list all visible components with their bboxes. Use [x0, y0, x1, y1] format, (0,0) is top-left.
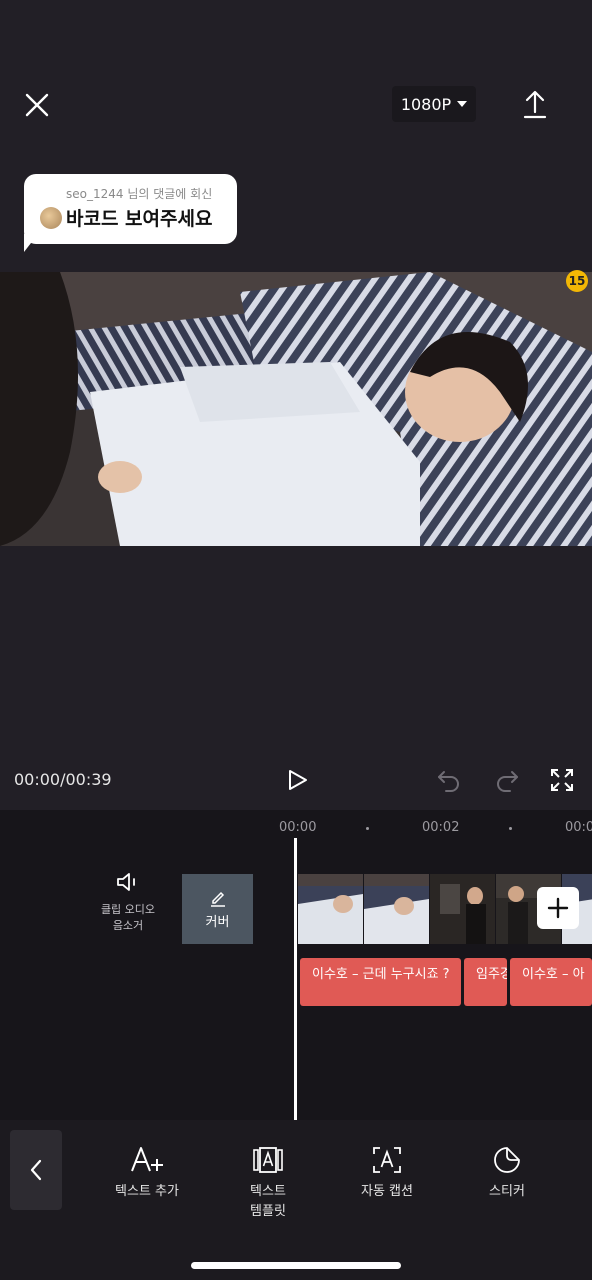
tool-label-line2: 템플릿	[250, 1204, 286, 1219]
chevron-left-icon	[30, 1159, 42, 1181]
upload-icon	[523, 90, 547, 119]
text-template-tool[interactable]: 텍스트 템플릿	[218, 1144, 318, 1222]
sticker-tool[interactable]: 스티커	[457, 1144, 557, 1202]
text-add-tool[interactable]: 텍스트 추가	[97, 1144, 197, 1202]
clip-thumbnail	[298, 874, 363, 944]
age-rating-badge: 15	[566, 270, 588, 292]
tool-label: 텍스트 템플릿	[218, 1182, 318, 1222]
video-preview[interactable]	[0, 272, 592, 546]
tool-label: 자동 캡션	[361, 1184, 413, 1199]
cover-button[interactable]: 커버	[182, 874, 253, 944]
caption-clip[interactable]: 이수호 – 근데 누구시죠 ?	[300, 958, 461, 1006]
plus-icon	[547, 897, 569, 919]
timeline-dot	[366, 827, 369, 830]
timeline-tick: 00:0	[565, 820, 592, 835]
tool-label: 텍스트 추가	[115, 1184, 179, 1199]
add-clip-button[interactable]	[537, 887, 579, 929]
mute-clip-audio-button[interactable]: 클립 오디오 음소거	[90, 870, 166, 950]
playhead[interactable]	[294, 838, 297, 1120]
close-icon	[25, 93, 49, 117]
sticker-icon	[494, 1147, 520, 1173]
tool-label-line1: 텍스트	[250, 1184, 286, 1199]
fullscreen-icon	[551, 769, 573, 791]
auto-caption-icon	[373, 1147, 401, 1173]
back-button[interactable]	[10, 1130, 62, 1210]
reply-comment-sticker[interactable]: seo_1244 님의 댓글에 회신 바코드 보여주세요	[24, 174, 237, 244]
resolution-dropdown[interactable]: 1080P	[392, 86, 476, 122]
edit-pencil-icon	[210, 891, 225, 907]
resolution-label: 1080P	[400, 94, 452, 114]
tool-label: 스티커	[489, 1184, 525, 1199]
timeline-tick: 00:00	[279, 820, 317, 835]
speaker-icon	[117, 873, 135, 891]
play-icon	[289, 770, 307, 790]
reply-comment-user: seo_1244 님의 댓글에 회신	[66, 187, 213, 201]
text-template-icon	[253, 1147, 283, 1173]
redo-icon	[497, 771, 518, 792]
auto-caption-tool[interactable]: 자동 캡션	[337, 1144, 437, 1202]
caption-clip[interactable]: 이수호 – 아	[510, 958, 592, 1006]
video-frame-image	[0, 272, 592, 546]
mute-label-line1: 클립 오디오	[100, 903, 156, 916]
close-button[interactable]	[22, 90, 52, 120]
redo-button[interactable]	[494, 768, 520, 792]
cover-label: 커버	[205, 914, 230, 930]
reply-comment-text: 바코드 보여주세요	[66, 208, 213, 230]
export-button[interactable]	[520, 88, 550, 120]
mute-label: 클립 오디오 음소거	[90, 902, 166, 934]
timeline-tick: 00:02	[422, 820, 460, 835]
caption-clip[interactable]: 임주경	[464, 958, 507, 1006]
undo-icon	[438, 771, 459, 792]
playback-time: 00:00/00:39	[14, 770, 112, 789]
home-indicator	[191, 1262, 401, 1269]
commenter-avatar	[40, 207, 62, 229]
clip-thumbnail	[430, 874, 495, 944]
text-add-icon	[131, 1147, 163, 1172]
caret-down-icon	[457, 101, 468, 107]
play-button[interactable]	[285, 768, 309, 792]
undo-button[interactable]	[436, 768, 462, 792]
fullscreen-button[interactable]	[550, 768, 574, 792]
bubble-tail	[24, 234, 38, 252]
timeline-dot	[509, 827, 512, 830]
clip-thumbnail	[364, 874, 429, 944]
mute-label-line2: 음소거	[112, 919, 144, 932]
